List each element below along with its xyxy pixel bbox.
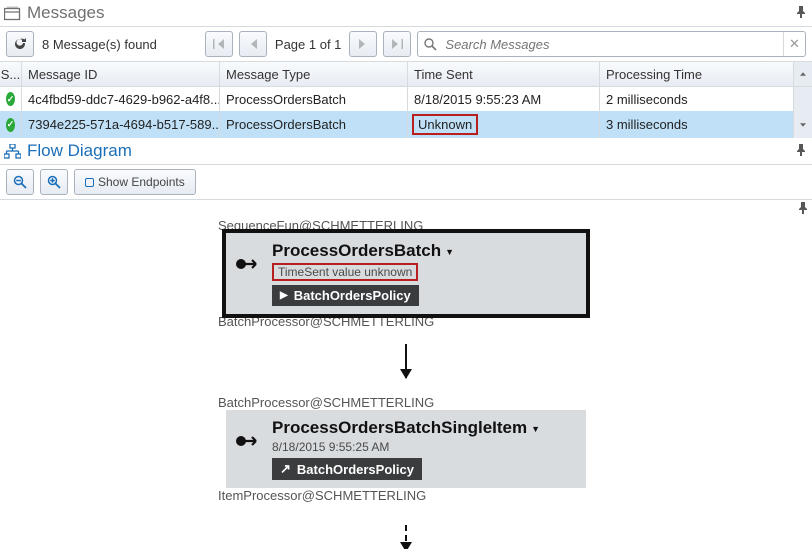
node-title: ProcessOrdersBatch▼ <box>272 241 576 261</box>
messages-title: Messages <box>4 3 104 23</box>
table-row[interactable]: ✓ 7394e225-571a-4694-b517-589... Process… <box>0 111 812 138</box>
status-ok-icon: ✓ <box>6 118 15 132</box>
status-cell: ✓ <box>0 87 22 111</box>
message-entry-icon <box>236 259 262 269</box>
zoom-out-icon <box>13 175 27 189</box>
col-message-type[interactable]: Message Type <box>220 62 408 86</box>
chevron-down-icon <box>800 122 806 128</box>
status-ok-icon: ✓ <box>6 92 15 106</box>
node-title: ProcessOrdersBatchSingleItem▼ <box>272 418 576 438</box>
scroll-up-button[interactable] <box>794 62 812 86</box>
message-entry-icon <box>236 436 262 446</box>
node-subtitle: TimeSent value unknown <box>272 263 576 281</box>
messages-count: 8 Message(s) found <box>42 37 157 52</box>
col-status[interactable]: S... <box>0 62 22 86</box>
flow-node[interactable]: SequenceFun@SCHMETTERLING ProcessOrdersB… <box>0 218 812 329</box>
page-last-icon <box>391 39 403 49</box>
refresh-button[interactable] <box>6 31 34 57</box>
chevron-down-icon[interactable]: ▼ <box>531 424 540 434</box>
time-cell: Unknown <box>408 111 600 138</box>
type-cell: ProcessOrdersBatch <box>220 87 408 111</box>
flow-diagram-area[interactable]: SequenceFun@SCHMETTERLING ProcessOrdersB… <box>0 199 812 549</box>
page-last-button[interactable] <box>383 31 411 57</box>
play-icon: ▶ <box>280 290 288 301</box>
pin-icon[interactable] <box>796 144 806 159</box>
flow-diagram-icon <box>4 144 21 159</box>
flow-connector <box>0 525 812 549</box>
type-cell: ProcessOrdersBatch <box>220 111 408 138</box>
search-icon <box>418 38 443 51</box>
time-sent-highlight: Unknown <box>412 114 478 135</box>
show-endpoints-button[interactable]: Show Endpoints <box>74 169 196 195</box>
pager-label: Page 1 of 1 <box>275 37 342 52</box>
id-cell: 7394e225-571a-4694-b517-589... <box>22 111 220 138</box>
messages-panel-header: Messages <box>0 0 812 27</box>
endpoints-icon <box>85 178 94 187</box>
page-prev-icon <box>249 39 257 49</box>
col-time-sent[interactable]: Time Sent <box>408 62 600 86</box>
flow-connector <box>0 344 812 378</box>
messages-grid: S... Message ID Message Type Time Sent P… <box>0 61 812 138</box>
chevron-down-icon[interactable]: ▼ <box>445 247 454 257</box>
page-prev-button[interactable] <box>239 31 267 57</box>
zoom-in-icon <box>47 175 61 189</box>
flow-node[interactable]: BatchProcessor@SCHMETTERLING ProcessOrde… <box>0 395 812 503</box>
table-row[interactable]: ✓ 4c4fbd59-ddc7-4629-b962-a4f8... Proces… <box>0 87 812 111</box>
page-next-button[interactable] <box>349 31 377 57</box>
grid-header: S... Message ID Message Type Time Sent P… <box>0 62 812 87</box>
id-cell: 4c4fbd59-ddc7-4629-b962-a4f8... <box>22 87 220 111</box>
col-message-id[interactable]: Message ID <box>22 62 220 86</box>
col-processing-time[interactable]: Processing Time <box>600 62 794 86</box>
page-next-icon <box>359 39 367 49</box>
page-first-button[interactable] <box>205 31 233 57</box>
endpoint-top: BatchProcessor@SCHMETTERLING <box>218 395 434 410</box>
zoom-out-button[interactable] <box>6 169 34 195</box>
page-first-icon <box>213 39 225 49</box>
timesent-highlight: TimeSent value unknown <box>272 263 418 281</box>
endpoint-top: SequenceFun@SCHMETTERLING <box>218 218 423 233</box>
endpoint-bottom: ItemProcessor@SCHMETTERLING <box>218 488 426 503</box>
search-clear-button[interactable]: ✕ <box>783 32 805 56</box>
flow-title: Flow Diagram <box>4 141 132 161</box>
messages-toolbar: 8 Message(s) found Page 1 of 1 ✕ <box>0 27 812 61</box>
saga-policy-badge[interactable]: ▶ BatchOrdersPolicy <box>272 285 419 306</box>
messages-icon <box>4 6 21 21</box>
status-cell: ✓ <box>0 111 22 138</box>
node-subtitle: 8/18/2015 9:55:25 AM <box>272 440 576 454</box>
scroll-down-button[interactable] <box>794 111 812 138</box>
endpoint-bottom: BatchProcessor@SCHMETTERLING <box>218 314 434 329</box>
chevron-up-icon <box>800 71 806 77</box>
show-endpoints-label: Show Endpoints <box>98 175 185 189</box>
pager: Page 1 of 1 <box>205 31 412 57</box>
search-box: ✕ <box>417 31 806 57</box>
proc-cell: 3 milliseconds <box>600 111 794 138</box>
pin-icon[interactable] <box>796 6 806 21</box>
pin-icon[interactable] <box>798 202 808 217</box>
up-right-arrow-icon: ↗ <box>280 461 291 477</box>
flow-panel-header: Flow Diagram <box>0 138 812 165</box>
flow-node-body[interactable]: ProcessOrdersBatchSingleItem▼ 8/18/2015 … <box>226 410 586 488</box>
refresh-icon <box>13 37 27 51</box>
search-input[interactable] <box>443 32 783 56</box>
proc-cell: 2 milliseconds <box>600 87 794 111</box>
time-cell: 8/18/2015 9:55:23 AM <box>408 87 600 111</box>
flow-toolbar: Show Endpoints <box>0 165 812 199</box>
flow-node-body[interactable]: ProcessOrdersBatch▼ TimeSent value unkno… <box>226 233 586 314</box>
zoom-in-button[interactable] <box>40 169 68 195</box>
saga-policy-badge[interactable]: ↗ BatchOrdersPolicy <box>272 458 422 480</box>
